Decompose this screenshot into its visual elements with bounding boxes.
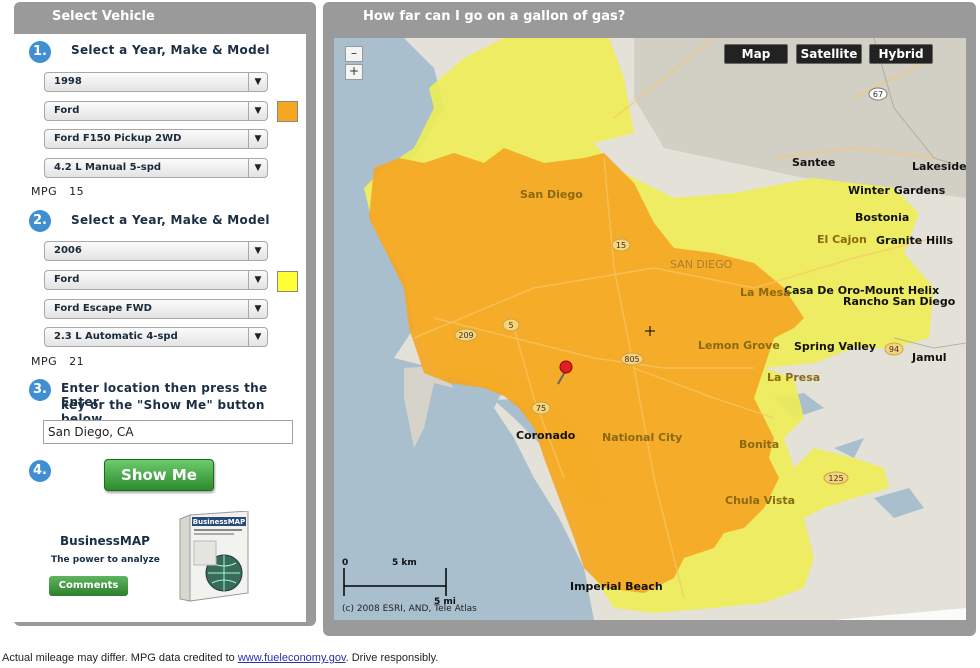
mpg-label: MPG bbox=[31, 185, 58, 198]
step-1-badge: 1. bbox=[29, 41, 51, 63]
promo-title: BusinessMAP bbox=[60, 534, 150, 548]
highway-shield-94: 94 bbox=[884, 342, 904, 356]
step-4-badge: 4. bbox=[29, 460, 51, 482]
chevron-down-icon[interactable]: ▼ bbox=[248, 73, 267, 91]
svg-text:5: 5 bbox=[508, 321, 513, 330]
svg-text:209: 209 bbox=[458, 331, 473, 340]
vehicle2-year-select[interactable]: 2006 ▼ bbox=[44, 241, 268, 261]
label-national-city: National City bbox=[602, 431, 682, 444]
label-imperial-beach: Imperial Beach bbox=[570, 580, 663, 593]
chevron-down-icon[interactable]: ▼ bbox=[248, 300, 267, 318]
highway-shield-805: 805 bbox=[620, 352, 644, 366]
chevron-down-icon[interactable]: ▼ bbox=[248, 242, 267, 260]
vehicle1-year-value: 1998 bbox=[54, 76, 82, 87]
vehicle-panel-body: 1. Select a Year, Make & Model 1998 ▼ Fo… bbox=[14, 34, 306, 622]
highway-shield-5: 5 bbox=[502, 318, 520, 332]
vehicle2-year-value: 2006 bbox=[54, 245, 82, 256]
vehicle2-model-select[interactable]: Ford Escape FWD ▼ bbox=[44, 299, 268, 319]
mpg-value: 21 bbox=[69, 355, 85, 368]
map-type-map-button[interactable]: Map bbox=[724, 44, 788, 64]
location-input[interactable] bbox=[43, 420, 293, 444]
map-type-hybrid-button[interactable]: Hybrid bbox=[869, 44, 933, 64]
vehicle2-make-select[interactable]: Ford ▼ bbox=[44, 270, 268, 290]
highway-shield-125: 125 bbox=[823, 471, 849, 485]
chevron-down-icon[interactable]: ▼ bbox=[248, 328, 267, 346]
svg-text:125: 125 bbox=[828, 474, 843, 483]
vehicle-panel-title: Select Vehicle bbox=[52, 9, 155, 24]
label-granite-hills: Granite Hills bbox=[876, 234, 954, 247]
zoom-out-button[interactable]: – bbox=[345, 46, 363, 62]
vehicle2-model-value: Ford Escape FWD bbox=[54, 303, 152, 314]
vehicle1-engine-select[interactable]: 4.2 L Manual 5-spd ▼ bbox=[44, 158, 268, 178]
promo-subtitle: The power to analyze bbox=[51, 555, 160, 565]
label-la-mesa: La Mesa bbox=[740, 286, 791, 299]
label-chula-vista: Chula Vista bbox=[725, 494, 795, 507]
step-1-heading: Select a Year, Make & Model bbox=[71, 43, 270, 57]
vehicle1-make-value: Ford bbox=[54, 105, 80, 116]
label-la-presa: La Presa bbox=[767, 371, 820, 384]
map-panel-title: How far can I go on a gallon of gas? bbox=[363, 9, 626, 24]
mpg-label: MPG bbox=[31, 355, 58, 368]
label-santee: Santee bbox=[792, 156, 835, 169]
fueleconomy-link[interactable]: www.fueleconomy.gov bbox=[238, 652, 346, 664]
scale-km: 5 km bbox=[392, 558, 417, 568]
label-el-cajon: El Cajon bbox=[817, 233, 867, 246]
label-san-diego: San Diego bbox=[520, 188, 583, 201]
svg-text:805: 805 bbox=[624, 355, 639, 364]
zoom-in-button[interactable]: + bbox=[345, 64, 363, 80]
chevron-down-icon[interactable]: ▼ bbox=[248, 130, 267, 148]
map-view[interactable]: 67 15 5 209 805 75 94 125 Santee Lakesid… bbox=[334, 38, 966, 620]
mpg-value: 15 bbox=[69, 185, 85, 198]
label-spring-valley: Spring Valley bbox=[794, 340, 876, 353]
highway-shield-67: 67 bbox=[868, 87, 888, 101]
label-winter-gardens: Winter Gardens bbox=[848, 184, 946, 197]
label-bostonia: Bostonia bbox=[855, 211, 909, 224]
vehicle1-model-value: Ford F150 Pickup 2WD bbox=[54, 133, 182, 144]
show-me-button[interactable]: Show Me bbox=[104, 459, 214, 491]
vehicle2-engine-select[interactable]: 2.3 L Automatic 4-spd ▼ bbox=[44, 327, 268, 347]
map-copyright: (c) 2008 ESRI, AND, Tele Atlas bbox=[342, 604, 477, 614]
highway-shield-209: 209 bbox=[454, 328, 478, 342]
chevron-down-icon[interactable]: ▼ bbox=[248, 102, 267, 120]
vehicle2-engine-value: 2.3 L Automatic 4-spd bbox=[54, 331, 178, 342]
highway-shield-15: 15 bbox=[611, 238, 631, 252]
step-2-heading: Select a Year, Make & Model bbox=[71, 213, 270, 227]
vehicle1-year-select[interactable]: 1998 ▼ bbox=[44, 72, 268, 92]
chevron-down-icon[interactable]: ▼ bbox=[248, 271, 267, 289]
scale-zero: 0 bbox=[342, 558, 348, 568]
step-3-badge: 3. bbox=[29, 379, 51, 401]
highway-shield-75: 75 bbox=[531, 401, 551, 415]
svg-text:94: 94 bbox=[889, 345, 899, 354]
map-type-satellite-button[interactable]: Satellite bbox=[796, 44, 862, 64]
vehicle2-make-value: Ford bbox=[54, 274, 80, 285]
label-jamul: Jamul bbox=[911, 351, 947, 364]
svg-text:67: 67 bbox=[873, 90, 883, 99]
businessmap-box-image[interactable]: BusinessMAP bbox=[178, 511, 250, 603]
vehicle2-color-swatch bbox=[277, 271, 298, 292]
footer-note: Actual mileage may differ. MPG data cred… bbox=[2, 652, 438, 664]
svg-text:75: 75 bbox=[536, 404, 546, 413]
label-coronado: Coronado bbox=[516, 429, 576, 442]
label-rancho-san-diego: Rancho San Diego bbox=[843, 295, 956, 308]
label-bonita: Bonita bbox=[739, 438, 779, 451]
vehicle1-make-select[interactable]: Ford ▼ bbox=[44, 101, 268, 121]
vehicle1-engine-value: 4.2 L Manual 5-spd bbox=[54, 162, 162, 173]
label-lakeside: Lakeside bbox=[912, 160, 966, 173]
vehicle1-color-swatch bbox=[277, 101, 298, 122]
label-san-diego-caps: SAN DIEGO bbox=[670, 258, 733, 271]
label-lemon-grove: Lemon Grove bbox=[698, 339, 780, 352]
step-2-badge: 2. bbox=[29, 210, 51, 232]
vehicle2-mpg: MPG 21 bbox=[31, 355, 84, 368]
footer-prefix: Actual mileage may differ. MPG data cred… bbox=[2, 652, 238, 664]
vehicle1-model-select[interactable]: Ford F150 Pickup 2WD ▼ bbox=[44, 129, 268, 149]
footer-suffix: . Drive responsibly. bbox=[345, 652, 439, 664]
map-canvas[interactable]: 67 15 5 209 805 75 94 125 Santee Lakesid… bbox=[334, 38, 966, 620]
svg-text:15: 15 bbox=[616, 241, 626, 250]
chevron-down-icon[interactable]: ▼ bbox=[248, 159, 267, 177]
box-brand-text: BusinessMAP bbox=[193, 518, 245, 526]
vehicle1-mpg: MPG 15 bbox=[31, 185, 84, 198]
comments-button[interactable]: Comments bbox=[49, 576, 128, 596]
